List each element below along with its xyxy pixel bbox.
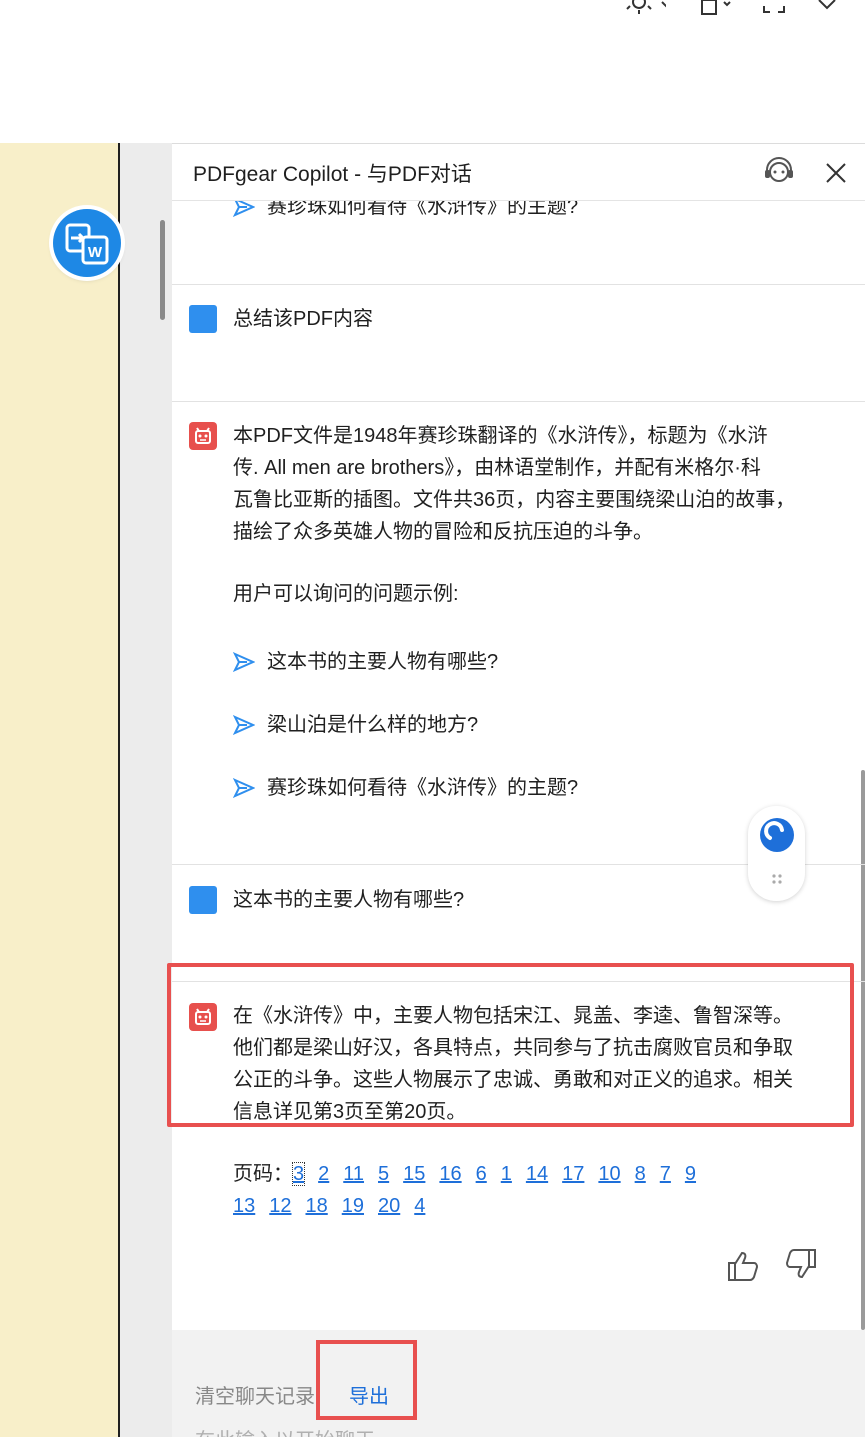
fullscreen-icon[interactable] — [762, 0, 786, 16]
document-gutter — [120, 143, 172, 1437]
close-icon[interactable] — [816, 0, 840, 16]
support-agent-icon[interactable] — [763, 156, 795, 193]
suggestion-item[interactable]: 梁山泊是什么样的地方? — [232, 708, 479, 737]
page-link[interactable]: 13 — [233, 1195, 255, 1217]
bot-avatar — [189, 422, 217, 450]
suggestion-text: 赛珍珠如何看待《水浒传》的主题? — [267, 777, 579, 799]
user-message: 总结该PDF内容 — [233, 308, 373, 330]
page-link[interactable]: 19 — [342, 1195, 364, 1217]
panel-title: PDFgear Copilot - 与PDF对话 — [193, 163, 472, 186]
page-link[interactable]: 9 — [685, 1163, 696, 1185]
page-link[interactable]: 7 — [660, 1163, 671, 1185]
floating-assistant-widget[interactable] — [748, 806, 805, 901]
document-scrollbar[interactable] — [160, 220, 165, 320]
chat-scrollbar[interactable] — [861, 770, 865, 1330]
user-avatar — [189, 305, 217, 333]
thumbs-down-icon[interactable] — [783, 1248, 817, 1285]
user-avatar — [189, 886, 217, 914]
brightness-icon[interactable] — [626, 0, 671, 16]
send-suggestion-icon — [232, 777, 256, 799]
window-titlebar — [0, 0, 865, 143]
page-link[interactable]: 15 — [403, 1163, 425, 1185]
send-suggestion-icon — [232, 714, 256, 736]
message-divider — [172, 401, 865, 402]
suggestion-text: 梁山泊是什么样的地方? — [267, 714, 479, 736]
pdf-page-area — [0, 143, 119, 1437]
bot-message-line: 描绘了众多英雄人物的冒险和反抗压迫的斗争。 — [233, 521, 653, 543]
chat-input[interactable]: 在此输入以开始聊天 — [195, 1424, 375, 1437]
page-link[interactable]: 18 — [306, 1195, 328, 1217]
bot-message-line: 本PDF文件是1948年赛珍珠翻译的《水浒传》，标题为《水浒 — [233, 425, 768, 447]
page-link[interactable]: 14 — [526, 1163, 548, 1185]
page-link[interactable]: 5 — [378, 1163, 389, 1185]
page-link-list: 3 2 11 5 15 16 6 1 14 17 10 8 7 9 13 12 18 19 20 4 — [233, 1162, 710, 1217]
examples-label: 用户可以询问的问题示例: — [233, 583, 459, 605]
assistant-logo-icon — [760, 818, 794, 884]
export-icon[interactable] — [700, 0, 734, 16]
page-link[interactable]: 3 — [291, 1162, 306, 1186]
clear-chat-button[interactable]: 清空聊天记录 — [195, 1380, 315, 1409]
convert-word-icon: W — [65, 223, 109, 265]
bot-message-line: 瓦鲁比亚斯的插图。文件共36页，内容主要围绕梁山泊的故事， — [233, 489, 796, 511]
bot-message: 本PDF文件是1948年赛珍珠翻译的《水浒传》，标题为《水浒 传. All me… — [233, 420, 795, 548]
bot-message-line: 传. All men are brothers》，由林语堂制作，并配有米格尔·科 — [233, 457, 761, 479]
robot-icon — [195, 427, 211, 444]
page-link[interactable]: 12 — [269, 1195, 291, 1217]
page-link[interactable]: 16 — [439, 1163, 461, 1185]
suggestion-text: 这本书的主要人物有哪些? — [267, 651, 499, 673]
page-link[interactable]: 4 — [414, 1195, 425, 1217]
page-link[interactable]: 8 — [635, 1163, 646, 1185]
svg-text:W: W — [88, 244, 103, 261]
send-suggestion-icon — [232, 651, 256, 673]
user-message: 这本书的主要人物有哪些? — [233, 889, 465, 911]
close-panel-icon[interactable] — [824, 161, 848, 190]
page-references: 页码：3 2 11 5 15 16 6 1 14 17 10 8 7 9 13 12 18 19 20 4 — [233, 1158, 833, 1222]
page-link[interactable]: 17 — [562, 1163, 584, 1185]
page-link[interactable]: 11 — [343, 1163, 364, 1185]
highlight-box-export — [316, 1340, 417, 1420]
page-link[interactable]: 1 — [501, 1163, 512, 1185]
convert-to-word-button[interactable]: W — [53, 209, 121, 277]
suggestion-item[interactable]: 赛珍珠如何看待《水浒传》的主题? — [232, 771, 579, 800]
page-link[interactable]: 20 — [378, 1195, 400, 1217]
message-divider — [172, 284, 865, 285]
page-link[interactable]: 2 — [318, 1163, 329, 1185]
highlight-box-answer — [167, 963, 854, 1127]
pages-label: 页码： — [233, 1163, 293, 1185]
page-link[interactable]: 6 — [476, 1163, 487, 1185]
page-link[interactable]: 10 — [598, 1163, 620, 1185]
suggestion-item[interactable]: 这本书的主要人物有哪些? — [232, 645, 499, 674]
thumbs-up-icon[interactable] — [727, 1250, 761, 1287]
